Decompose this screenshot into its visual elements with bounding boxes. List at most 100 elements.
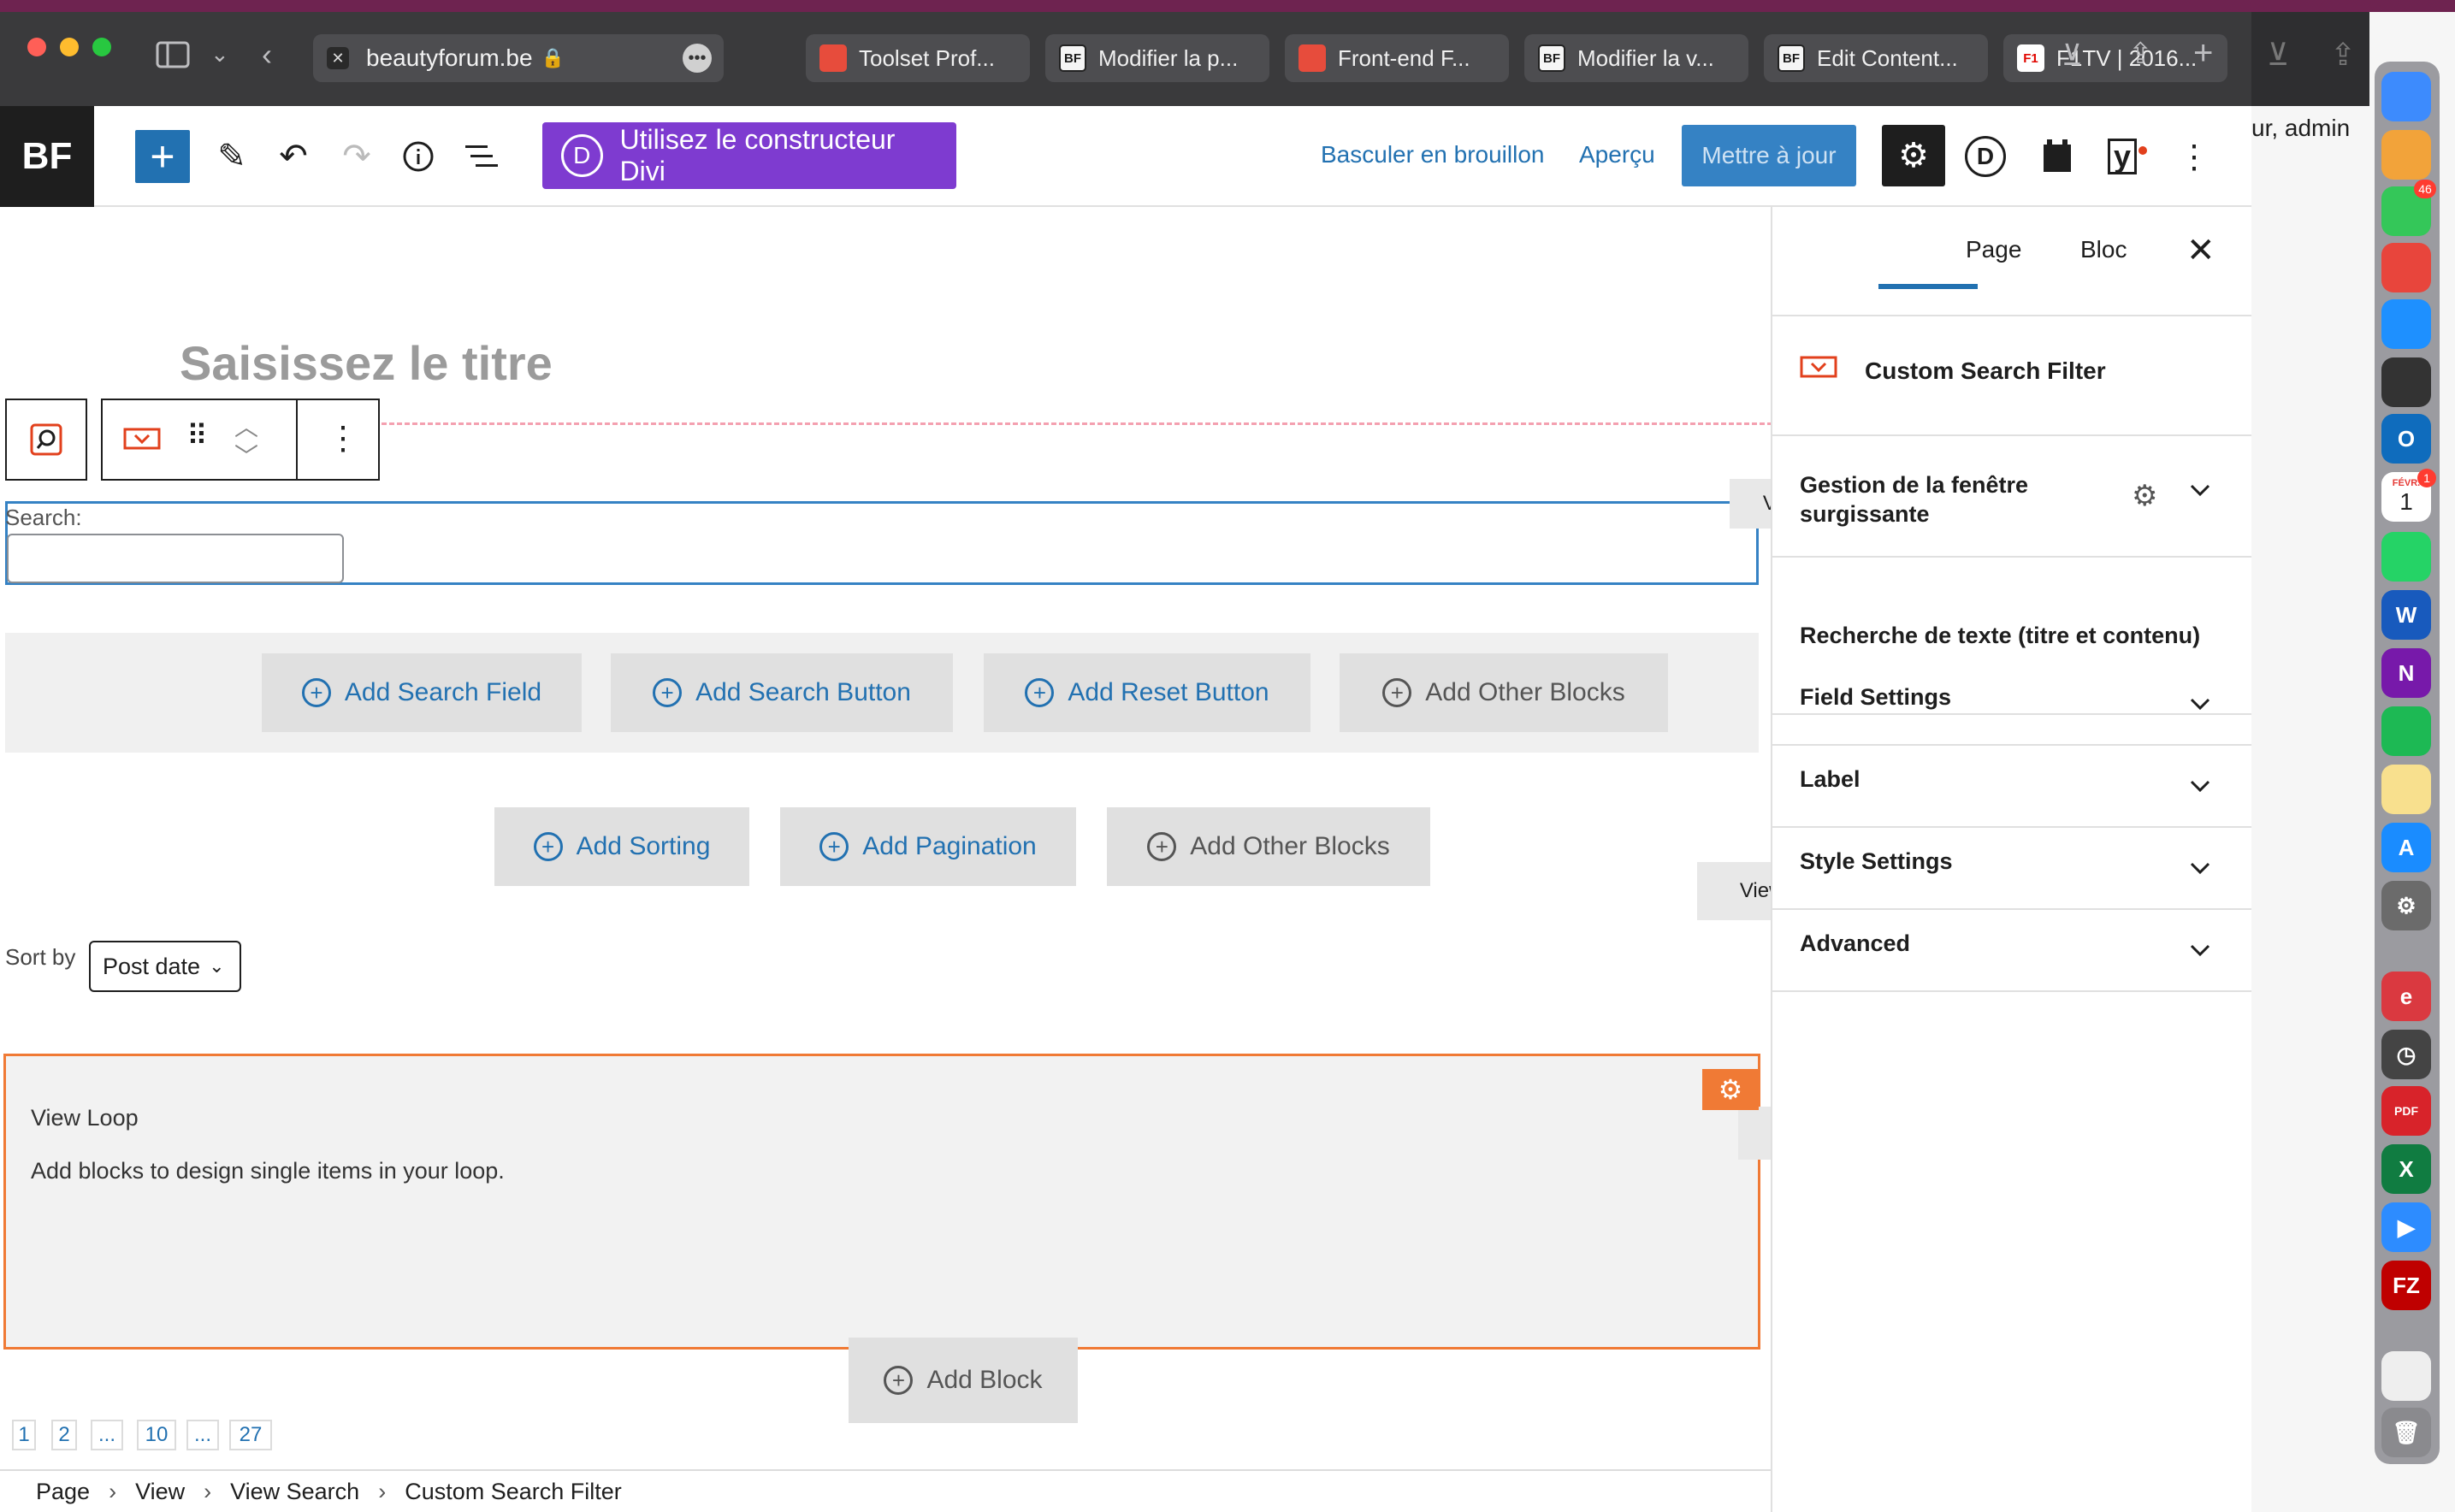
calendar-badge: 1 (2417, 469, 2436, 487)
chevron-down-icon[interactable] (2188, 691, 2212, 718)
chevron-down-icon[interactable] (2188, 773, 2212, 800)
close-window-button[interactable] (27, 38, 46, 56)
onenote-icon[interactable]: N (2381, 648, 2431, 698)
more-icon[interactable]: ••• (683, 44, 712, 73)
browser-tab[interactable]: Toolset Prof... (806, 34, 1030, 82)
toolset-icon[interactable] (2031, 130, 2084, 183)
switch-to-draft-link[interactable]: Basculer en brouillon (1321, 141, 1545, 168)
app-store-icon[interactable]: A (2381, 823, 2431, 872)
filter-block-icon[interactable] (123, 426, 161, 456)
search-add-button[interactable]: + Add Search Button (611, 653, 953, 732)
breadcrumb-item[interactable]: View Search (230, 1479, 359, 1505)
browser-tab-label: Toolset Prof... (859, 44, 995, 71)
minimize-window-button[interactable] (60, 38, 79, 56)
block-type-button[interactable] (5, 399, 87, 481)
undo-icon[interactable]: ↶ (267, 130, 320, 183)
outlook-icon[interactable]: O (2381, 414, 2431, 464)
search-add-button[interactable]: + Add Search Field (262, 653, 582, 732)
plus-circle-icon: + (1147, 832, 1177, 861)
zoom-icon[interactable]: ▶ (2381, 1202, 2431, 1252)
options-icon[interactable]: ⋮ (2168, 130, 2221, 183)
browser-tab[interactable]: BF Modifier la p... (1045, 34, 1269, 82)
browser-tab[interactable]: BF Edit Content... (1764, 34, 1988, 82)
redo-icon[interactable]: ↷ (330, 130, 383, 183)
search-add-button[interactable]: + Add Reset Button (984, 653, 1310, 732)
system-settings-icon[interactable]: ⚙ (2381, 881, 2431, 930)
sidebar-toggle-icon[interactable] (156, 41, 190, 74)
pagination-item[interactable]: 10 (137, 1420, 176, 1450)
new-tab-icon[interactable]: + (2193, 36, 2213, 70)
word-icon[interactable]: W (2381, 590, 2431, 640)
tab-page[interactable]: Page (1966, 236, 2021, 263)
preview-link[interactable]: Aperçu (1579, 141, 1655, 168)
whatsapp-icon[interactable] (2381, 532, 2431, 582)
plus-circle-icon: + (819, 832, 849, 861)
pagination-item[interactable]: 2 (51, 1420, 77, 1450)
sidebar-section-title[interactable]: Advanced (1800, 930, 1910, 957)
archive-icon[interactable] (2381, 1351, 2431, 1401)
drag-handle-icon[interactable]: ⠿ (186, 419, 208, 453)
pagination-item[interactable]: ... (186, 1420, 219, 1450)
search-add-button[interactable]: + Add Other Blocks (1340, 653, 1668, 732)
breadcrumb-item[interactable]: Page (36, 1479, 90, 1505)
popup-section-title[interactable]: Gestion de la fenêtre surgissante (1800, 470, 2159, 529)
site-logo[interactable]: BF (0, 106, 94, 207)
zoom-window-button[interactable] (92, 38, 111, 56)
expressvpn-icon[interactable]: e (2381, 972, 2431, 1021)
info-icon[interactable] (392, 130, 445, 183)
spotify-icon[interactable] (2381, 706, 2431, 756)
output-add-button[interactable]: + Add Pagination (780, 807, 1076, 886)
notes-icon[interactable] (2381, 765, 2431, 814)
sidebar-section-title[interactable]: Label (1800, 766, 1860, 793)
close-icon[interactable]: ✕ (2186, 231, 2215, 270)
safari-icon[interactable] (2381, 299, 2431, 349)
view-loop-block[interactable] (3, 1054, 1760, 1350)
chrome-icon[interactable] (2381, 243, 2431, 292)
download-icon[interactable]: ⊻ (2062, 41, 2083, 70)
update-button[interactable]: Mettre à jour (1682, 125, 1856, 186)
filezilla-icon[interactable]: FZ (2381, 1261, 2431, 1310)
share-icon[interactable]: ⇪ (2128, 39, 2153, 68)
edit-tools-icon[interactable]: ✎ (205, 130, 258, 183)
breadcrumb-item[interactable]: View (135, 1479, 185, 1505)
address-bar[interactable]: ✕ beautyforum.be 🔒 ••• (313, 34, 724, 82)
loop-gear-icon[interactable]: ⚙ (1702, 1069, 1759, 1110)
gear-icon[interactable]: ⚙ (2132, 479, 2157, 513)
settings-gear-icon[interactable]: ⚙ (1882, 125, 1945, 186)
add-block-loop-button[interactable]: + Add Block (849, 1338, 1078, 1423)
move-down-icon[interactable]: ﹀ (234, 438, 258, 472)
chevron-down-icon[interactable] (2188, 937, 2212, 964)
excel-icon[interactable]: X (2381, 1144, 2431, 1194)
sidebar-section-title[interactable]: Style Settings (1800, 848, 1953, 875)
pagination-item[interactable]: 27 (229, 1420, 272, 1450)
output-add-button[interactable]: + Add Sorting (494, 807, 749, 886)
browser-tab[interactable]: BF Modifier la v... (1524, 34, 1748, 82)
chevron-down-icon[interactable] (2188, 477, 2212, 504)
breadcrumb-item[interactable]: Custom Search Filter (405, 1479, 622, 1505)
menu-bar-strip (0, 0, 2455, 12)
chevron-down-icon[interactable]: ⌄ (210, 43, 229, 65)
calculator-icon[interactable] (2381, 357, 2431, 407)
add-block-button[interactable]: + (135, 130, 190, 183)
divi-d-icon[interactable]: D (1959, 130, 2012, 183)
trash-icon[interactable]: 🗑 (2381, 1408, 2431, 1457)
title-placeholder[interactable]: Saisissez le titre (180, 335, 553, 391)
finder-icon[interactable] (2381, 72, 2431, 121)
tab-bloc[interactable]: Bloc (2080, 236, 2127, 263)
sort-select[interactable]: Post date ⌄ (89, 941, 241, 992)
pagination-item[interactable]: 1 (12, 1420, 36, 1450)
search-input[interactable] (7, 534, 344, 583)
back-icon[interactable]: ‹ (262, 39, 272, 70)
browser-tab[interactable]: Front-end F... (1285, 34, 1509, 82)
pagination-item[interactable]: ... (91, 1420, 123, 1450)
sidebar-section-title[interactable]: Field Settings (1800, 684, 1951, 711)
time-machine-icon[interactable]: ◷ (2381, 1030, 2431, 1079)
divi-builder-button[interactable]: D Utilisez le constructeur Divi (542, 122, 956, 189)
launchpad-icon[interactable] (2381, 130, 2431, 180)
pdf-reader-icon[interactable]: PDF (2381, 1086, 2431, 1136)
output-add-button[interactable]: + Add Other Blocks (1107, 807, 1430, 886)
chevron-down-icon[interactable] (2188, 855, 2212, 882)
block-options-icon[interactable]: ⋮ (327, 419, 359, 458)
yoast-icon[interactable]: y (2101, 130, 2154, 183)
list-view-icon[interactable] (455, 130, 508, 183)
